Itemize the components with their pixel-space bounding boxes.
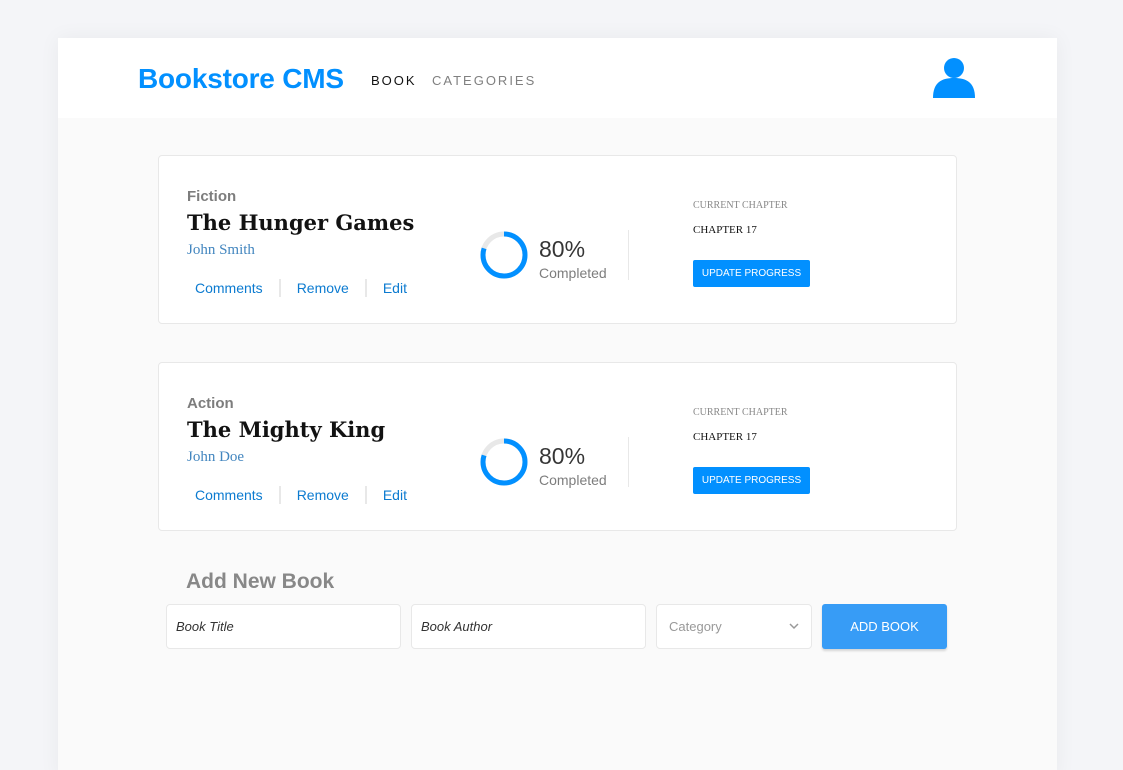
book-card: Fiction The Hunger Games John Smith Comm…: [158, 155, 957, 324]
progress-ring: [480, 231, 528, 279]
completed-label: Completed: [539, 265, 607, 281]
book-actions: Comments Remove Edit: [195, 486, 407, 504]
nav-book[interactable]: BOOK: [371, 73, 417, 88]
header: Bookstore CMS BOOK CATEGORIES: [58, 38, 1057, 118]
update-progress-button[interactable]: UPDATE PROGRESS: [693, 467, 810, 494]
progress-percent: 80%: [539, 236, 586, 262]
current-chapter-value: CHAPTER 17: [693, 431, 757, 443]
book-author-input[interactable]: [411, 604, 646, 649]
completed-label: Completed: [539, 472, 607, 488]
current-chapter-label: CURRENT CHAPTER: [693, 407, 788, 418]
progress-percent: 80%: [539, 443, 586, 469]
current-chapter-label: CURRENT CHAPTER: [693, 200, 788, 211]
logo[interactable]: Bookstore CMS: [138, 63, 344, 95]
book-author[interactable]: John Doe: [187, 449, 244, 466]
edit-button[interactable]: Edit: [383, 487, 407, 503]
category-select[interactable]: Category: [656, 604, 812, 649]
add-book-heading: Add New Book: [186, 570, 335, 593]
add-book-button[interactable]: ADD BOOK: [822, 604, 947, 649]
user-icon[interactable]: [926, 48, 982, 104]
category-select-label: Category: [669, 619, 722, 634]
chevron-down-icon: [789, 623, 799, 630]
main-panel: Bookstore CMS BOOK CATEGORIES Fiction Th…: [58, 38, 1057, 770]
book-title-input[interactable]: [166, 604, 401, 649]
book-title: The Mighty King: [187, 417, 386, 442]
book-actions: Comments Remove Edit: [195, 279, 407, 297]
book-author[interactable]: John Smith: [187, 242, 255, 259]
book-genre: Fiction: [187, 188, 237, 205]
divider: [278, 279, 281, 297]
book-title: The Hunger Games: [187, 210, 415, 235]
divider: [364, 279, 367, 297]
divider: [628, 437, 629, 487]
progress-ring: [480, 438, 528, 486]
comments-button[interactable]: Comments: [195, 487, 263, 503]
divider: [278, 486, 281, 504]
divider: [364, 486, 367, 504]
edit-button[interactable]: Edit: [383, 280, 407, 296]
book-genre: Action: [187, 395, 234, 412]
divider: [628, 230, 629, 280]
nav-categories[interactable]: CATEGORIES: [432, 73, 536, 88]
book-card: Action The Mighty King John Doe Comments…: [158, 362, 957, 531]
remove-button[interactable]: Remove: [297, 280, 349, 296]
comments-button[interactable]: Comments: [195, 280, 263, 296]
update-progress-button[interactable]: UPDATE PROGRESS: [693, 260, 810, 287]
remove-button[interactable]: Remove: [297, 487, 349, 503]
current-chapter-value: CHAPTER 17: [693, 224, 757, 236]
